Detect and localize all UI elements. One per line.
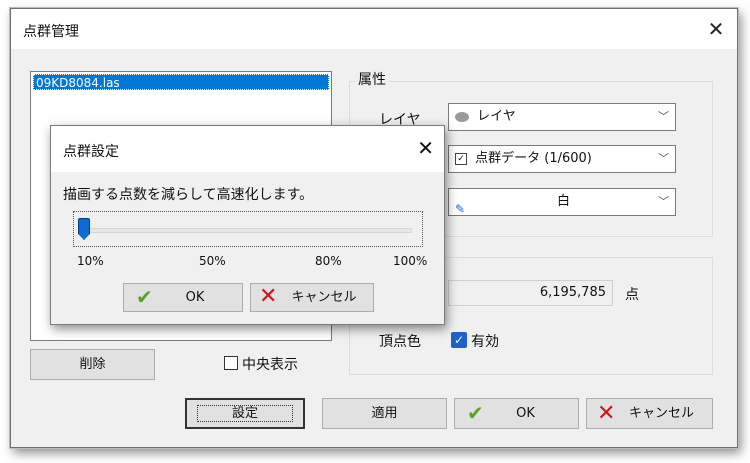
dialog-title: 点群設定 <box>63 144 119 160</box>
dialog-description: 描画する点数を減らして高速化します。 <box>63 187 314 203</box>
slider-tick: 10% <box>77 254 104 268</box>
paint-icon: ✎ <box>455 201 466 216</box>
check-icon: ✔ <box>136 285 153 309</box>
slider-tick: 80% <box>315 254 342 268</box>
delete-button[interactable]: 削除 <box>30 349 155 380</box>
close-button[interactable]: ✕ <box>703 16 729 42</box>
dialog-ok-button-label: OK <box>185 290 205 305</box>
dialog-cancel-button-label: キャンセル <box>291 290 357 305</box>
cancel-button[interactable]: ✕ キャンセル <box>586 398 713 429</box>
chevron-down-icon: ﹀ <box>658 152 669 165</box>
x-icon: ✕ <box>259 284 278 309</box>
center-display-checkbox[interactable] <box>224 356 238 370</box>
center-display-label: 中央表示 <box>242 357 298 373</box>
slider-thumb[interactable] <box>78 218 90 240</box>
vertex-color-checkbox[interactable]: ✓ <box>451 332 467 348</box>
delete-button-label: 削除 <box>79 357 106 372</box>
apply-button-label: 適用 <box>371 406 398 421</box>
dialog-cancel-button[interactable]: ✕ キャンセル <box>250 283 374 312</box>
dialog-close-button[interactable]: ✕ <box>417 136 434 160</box>
layer-icon <box>455 111 469 122</box>
chevron-down-icon: ﹀ <box>658 110 669 123</box>
chevron-down-icon: ﹀ <box>658 195 669 208</box>
color-combobox[interactable]: ✎ 白 ﹀ <box>448 188 676 216</box>
slider-tick: 100% <box>393 254 428 268</box>
x-icon: ✕ <box>597 401 616 426</box>
checkbox-icon: ✓ <box>455 152 467 165</box>
pointcloud-settings-dialog: 点群設定 ✕ 描画する点数を減らして高速化します。 10% 50% 80% 10… <box>50 125 445 325</box>
apply-button[interactable]: 適用 <box>322 398 447 429</box>
point-unit-label: 点 <box>625 287 639 303</box>
point-count-value: 6,195,785 <box>539 285 606 300</box>
settings-button-label: 設定 <box>196 405 294 422</box>
layer-combobox[interactable]: レイヤ ﹀ <box>448 103 676 131</box>
slider-track <box>84 228 412 233</box>
layer-combobox-value: レイヤ <box>477 109 516 124</box>
cancel-button-label: キャンセル <box>628 406 694 421</box>
data-combobox[interactable]: ✓ 点群データ (1/600) ﹀ <box>448 145 676 173</box>
window-title: 点群管理 <box>23 24 79 40</box>
color-combobox-value: 白 <box>557 194 571 209</box>
point-count-field: 6,195,785 <box>448 280 613 306</box>
dialog-titlebar: 点群設定 ✕ <box>51 126 444 172</box>
vertex-color-checkbox-label: 有効 <box>471 334 499 350</box>
attributes-group-label: 属性 <box>355 69 389 89</box>
vertex-color-label: 頂点色 <box>379 334 421 350</box>
titlebar: 点群管理 ✕ <box>11 9 737 49</box>
dialog-ok-button[interactable]: ✔ OK <box>123 283 243 312</box>
list-item[interactable]: 09KD8084.las <box>33 74 329 90</box>
data-combobox-value: 点群データ (1/600) <box>475 151 592 166</box>
ok-button[interactable]: ✔ OK <box>454 398 579 429</box>
settings-button[interactable]: 設定 <box>185 398 305 429</box>
check-icon: ✔ <box>467 401 484 425</box>
point-density-slider[interactable] <box>73 211 423 247</box>
slider-tick: 50% <box>199 254 226 268</box>
ok-button-label: OK <box>516 406 535 421</box>
